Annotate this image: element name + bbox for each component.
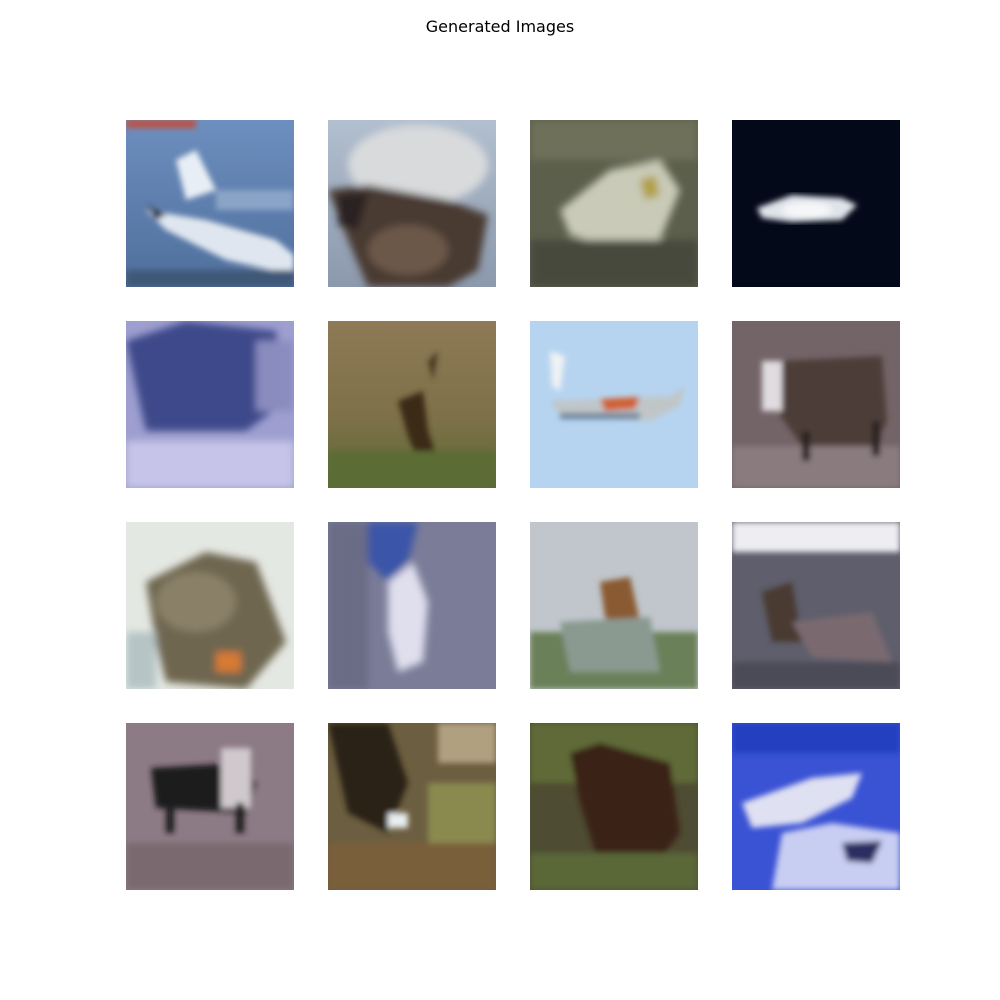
generated-image-r2c2 bbox=[328, 321, 496, 488]
generated-image-r2c1 bbox=[126, 321, 294, 488]
generated-image-r1c1 bbox=[126, 120, 294, 287]
generated-image-r1c4 bbox=[732, 120, 900, 287]
generated-image-r4c4 bbox=[732, 723, 900, 890]
figure-title: Generated Images bbox=[425, 17, 575, 36]
generated-image-r3c1 bbox=[126, 522, 294, 689]
generated-image-r2c3 bbox=[530, 321, 698, 488]
generated-image-r3c3 bbox=[530, 522, 698, 689]
generated-image-r4c3 bbox=[530, 723, 698, 890]
generated-image-r1c3 bbox=[530, 120, 698, 287]
generated-image-r4c2 bbox=[328, 723, 496, 890]
generated-image-r2c4 bbox=[732, 321, 900, 488]
generated-image-r1c2 bbox=[328, 120, 496, 287]
generated-image-r3c4 bbox=[732, 522, 900, 689]
generated-image-r3c2 bbox=[328, 522, 496, 689]
image-grid bbox=[126, 120, 900, 890]
generated-image-r4c1 bbox=[126, 723, 294, 890]
